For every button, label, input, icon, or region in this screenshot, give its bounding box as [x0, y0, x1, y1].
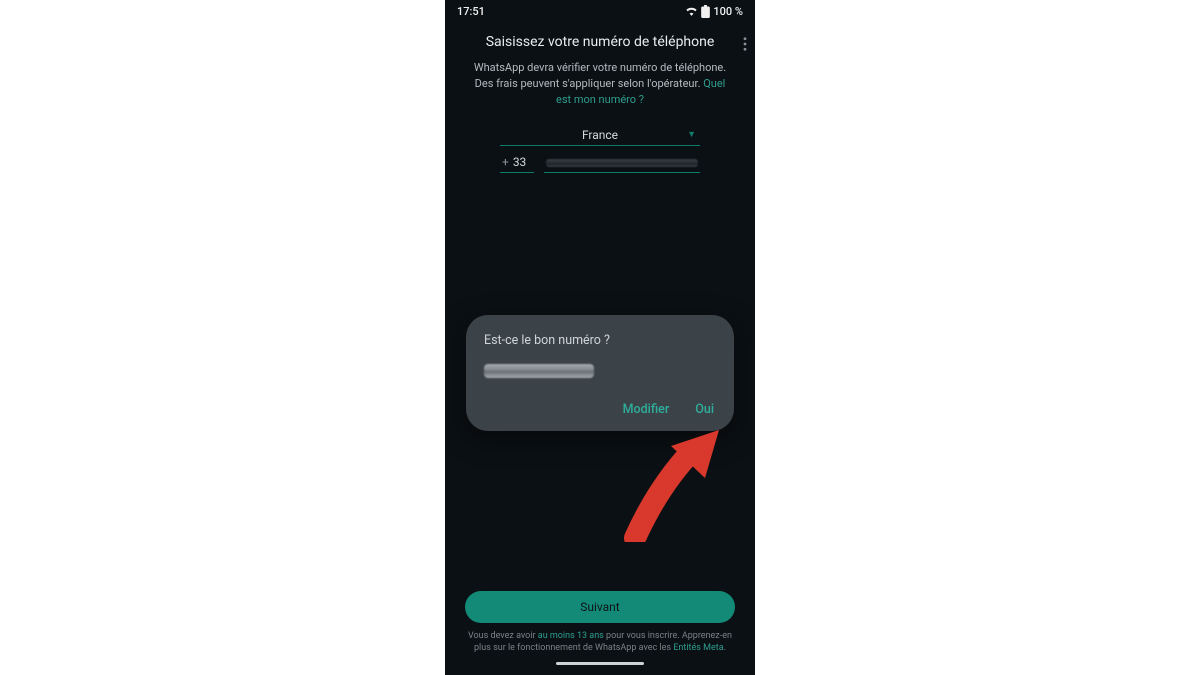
instructions-body: WhatsApp devra vérifier votre numéro de … — [474, 61, 726, 90]
page-title: Saisissez votre numéro de téléphone — [486, 34, 715, 50]
country-code-field[interactable]: + 33 — [500, 152, 534, 173]
phone-frame: 17:51 100 % Saisissez votre numéro de té… — [445, 0, 755, 675]
legal-pre: Vous devez avoir — [468, 631, 538, 641]
status-bar: 17:51 100 % — [445, 0, 755, 22]
chevron-down-icon: ▼ — [687, 129, 696, 140]
wifi-icon — [685, 6, 698, 16]
home-indicator — [556, 662, 644, 665]
redacted-number — [546, 159, 698, 167]
annotation-arrow-icon — [623, 422, 733, 546]
phone-number-row: + 33 — [500, 152, 700, 173]
phone-number-field[interactable] — [544, 153, 700, 173]
header: Saisissez votre numéro de téléphone — [445, 22, 755, 54]
phone-entry-area: France ▼ + 33 — [445, 124, 755, 173]
legal-age: au moins 13 ans — [538, 631, 604, 641]
modify-button[interactable]: Modifier — [623, 402, 670, 417]
battery-icon — [701, 5, 710, 18]
country-name: France — [582, 128, 618, 142]
next-button[interactable]: Suivant — [465, 591, 735, 623]
dialog-title: Est-ce le bon numéro ? — [484, 333, 716, 348]
country-code-value: 33 — [513, 155, 527, 169]
meta-entities-link[interactable]: Entités Meta — [673, 643, 723, 653]
confirm-number-dialog: Est-ce le bon numéro ? Modifier Oui — [466, 315, 734, 431]
footer-area: Suivant Vous devez avoir au moins 13 ans… — [445, 591, 755, 675]
status-right: 100 % — [685, 5, 743, 18]
country-picker[interactable]: France ▼ — [500, 124, 700, 146]
dialog-actions: Modifier Oui — [484, 402, 716, 421]
battery-percent: 100 % — [713, 5, 743, 18]
confirm-button[interactable]: Oui — [695, 402, 714, 417]
instructions-text: WhatsApp devra vérifier votre numéro de … — [445, 54, 755, 108]
status-time: 17:51 — [457, 5, 485, 18]
legal-end: . — [724, 643, 726, 653]
plus-prefix: + — [502, 155, 509, 169]
legal-text: Vous devez avoir au moins 13 ans pour vo… — [465, 630, 735, 655]
dialog-redacted-number — [484, 364, 594, 378]
more-options-icon[interactable] — [743, 36, 747, 55]
